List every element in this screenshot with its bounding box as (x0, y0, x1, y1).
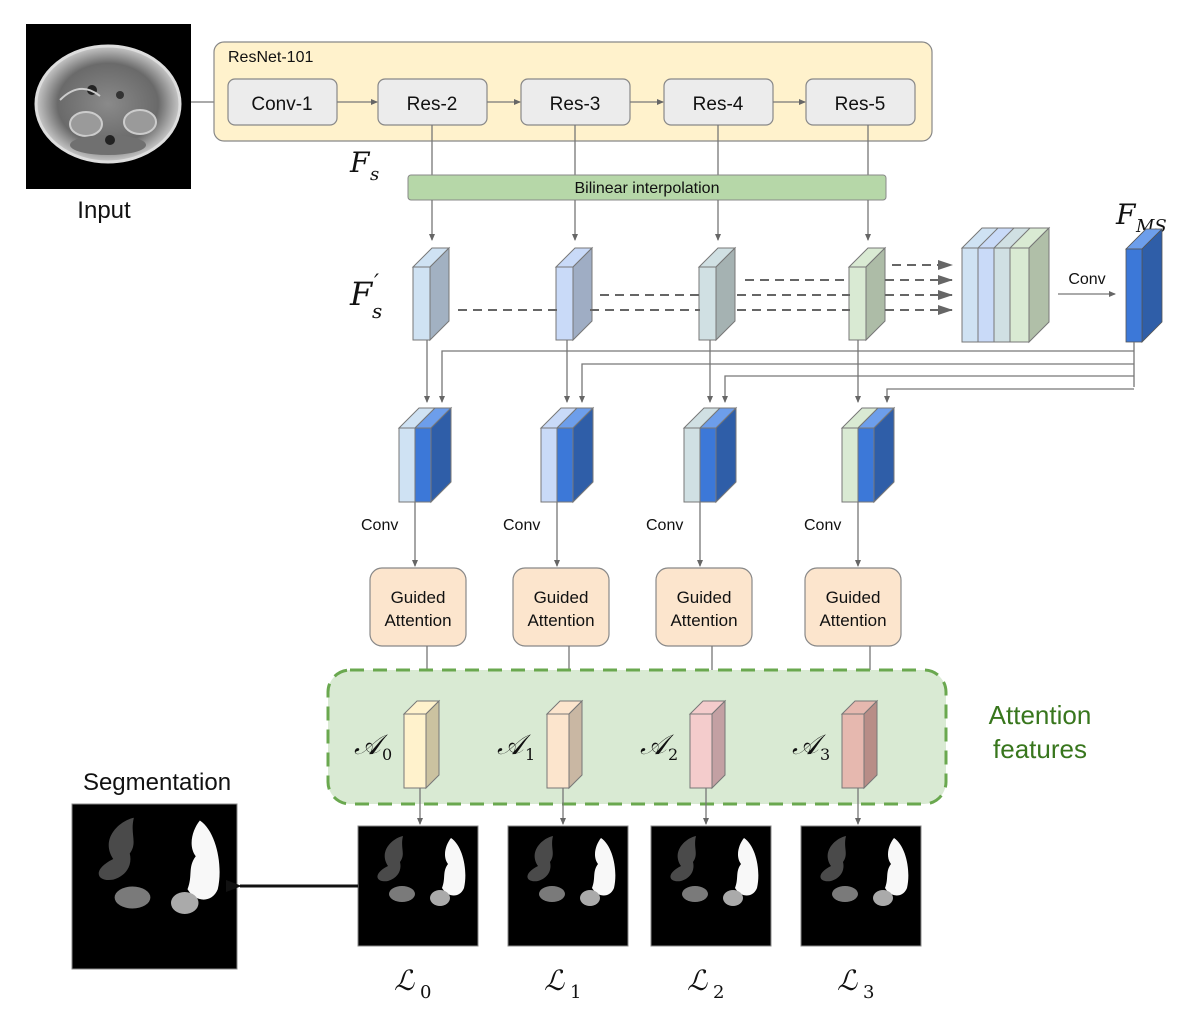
svg-text:F: F (349, 275, 374, 313)
backbone-block-conv1: Conv-1 (227, 78, 338, 126)
bilinear-interp-label: Bilinear interpolation (575, 180, 720, 197)
guided-attention-1: Guided Attention (512, 567, 610, 647)
svg-text:Attention: Attention (670, 611, 737, 630)
segmentation-image (71, 803, 238, 970)
backbone-block-res2: Res-2 (377, 78, 488, 126)
svg-text:Conv-1: Conv-1 (251, 94, 312, 115)
svg-text:F: F (349, 146, 371, 179)
loss-output-map-1 (507, 825, 629, 947)
svg-text:ℒ: ℒ (837, 964, 858, 997)
svg-text:ℒ: ℒ (687, 964, 708, 997)
svg-text:Attention: Attention (819, 611, 886, 630)
svg-text:3: 3 (863, 982, 874, 1003)
svg-text:s: s (372, 299, 382, 323)
svg-text:1: 1 (570, 982, 581, 1003)
loss-output-map-2 (650, 825, 772, 947)
attention-slab-1 (545, 699, 584, 790)
svg-text:Guided: Guided (534, 588, 589, 607)
attention-features-label: Attention features (989, 700, 1092, 764)
svg-text:1: 1 (525, 745, 535, 764)
concat-features (960, 226, 1051, 344)
fused-feature-3 (840, 406, 896, 504)
svg-text:Res-4: Res-4 (693, 94, 744, 115)
conv-label-3: Conv (804, 517, 841, 534)
svg-text:features: features (993, 734, 1087, 764)
fs-label: F s (349, 146, 379, 185)
fms-distribution-lines (439, 342, 1135, 403)
guided-attention-2: Guided Attention (655, 567, 753, 647)
fs-prime-slab-1 (554, 246, 594, 342)
segmentation-label: Segmentation (83, 769, 231, 796)
svg-text:ℒ: ℒ (544, 964, 565, 997)
backbone-title: ResNet-101 (228, 49, 313, 66)
loss-output-map-0 (357, 825, 479, 947)
conv-label-1: Conv (503, 517, 540, 534)
fms-feature-block (1125, 228, 1163, 343)
svg-text:Res-3: Res-3 (550, 94, 601, 115)
loss-label-2: ℒ2 (687, 964, 724, 1003)
backbone-block-res5: Res-5 (805, 78, 916, 126)
svg-text:ℒ: ℒ (394, 964, 415, 997)
svg-text:0: 0 (382, 745, 392, 764)
conv-label-0: Conv (361, 517, 398, 534)
backbone-block-res4: Res-4 (663, 78, 774, 126)
svg-text:Attention: Attention (527, 611, 594, 630)
svg-text:Attention: Attention (989, 700, 1092, 730)
guided-attention-3: Guided Attention (804, 567, 902, 647)
fs-prime-label: F ′ s (349, 271, 382, 323)
svg-text:Attention: Attention (384, 611, 451, 630)
svg-text:s: s (370, 164, 379, 185)
svg-text:2: 2 (668, 745, 678, 764)
fused-feature-0 (397, 406, 453, 504)
conv-label-2: Conv (646, 517, 683, 534)
fused-feature-2 (682, 406, 738, 504)
svg-text:Guided: Guided (391, 588, 446, 607)
input-label: Input (77, 197, 131, 224)
svg-text:F: F (1115, 198, 1137, 231)
svg-text:Guided: Guided (826, 588, 881, 607)
attention-slab-2 (688, 699, 727, 790)
loss-output-map-3 (800, 825, 922, 947)
svg-text:′: ′ (374, 271, 379, 296)
loss-label-3: ℒ3 (837, 964, 874, 1003)
loss-label-0: ℒ0 (394, 964, 431, 1003)
fused-feature-1 (539, 406, 595, 504)
svg-text:Res-5: Res-5 (835, 94, 886, 115)
fs-prime-slab-3 (847, 246, 887, 342)
fs-prime-slab-0 (411, 246, 451, 342)
attention-slab-3 (840, 699, 879, 790)
fs-prime-slab-2 (697, 246, 737, 342)
fms-conv-label: Conv (1068, 271, 1105, 288)
guided-attention-0: Guided Attention (369, 567, 467, 647)
attention-slab-0 (402, 699, 441, 790)
svg-text:3: 3 (820, 745, 830, 764)
backbone-block-res3: Res-3 (520, 78, 631, 126)
svg-text:Guided: Guided (677, 588, 732, 607)
input-image (26, 24, 191, 189)
svg-text:Res-2: Res-2 (407, 94, 458, 115)
architecture-diagram: Input ResNet-101 Conv-1 Res-2 Res-3 Res-… (26, 24, 1167, 1003)
svg-text:0: 0 (420, 982, 431, 1003)
svg-text:2: 2 (713, 982, 724, 1003)
loss-label-1: ℒ1 (544, 964, 581, 1003)
